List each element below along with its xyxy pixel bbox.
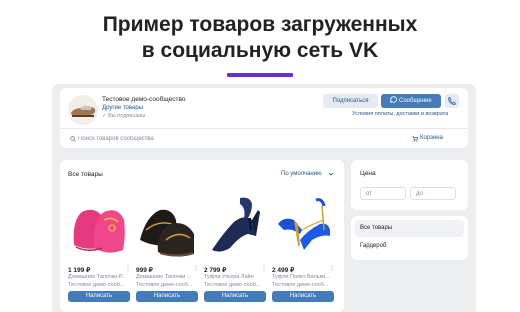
cart-icon: [412, 136, 418, 142]
price-to-input[interactable]: [410, 187, 456, 200]
category-all-goods[interactable]: Все товары: [355, 220, 464, 237]
product-name[interactable]: Туфли Полет Вальки...: [272, 274, 334, 280]
blue-strappy-heels-image: [272, 190, 334, 260]
price-from-input[interactable]: [360, 187, 406, 200]
search-input[interactable]: [78, 133, 328, 145]
product-seller: Тестовое демо-сооб...: [204, 282, 261, 288]
product-image[interactable]: [204, 190, 266, 260]
product-image[interactable]: [136, 190, 198, 260]
product-image[interactable]: [272, 190, 334, 260]
community-header-card: Тестовое демо-сообщество Другие товары ✓…: [60, 88, 468, 148]
header-divider: [60, 128, 468, 129]
community-name[interactable]: Тестовое демо-сообщество: [102, 96, 185, 103]
headline-line-2: в социальную сеть VK: [141, 39, 379, 62]
product-seller: Тестовое демо-сооб...: [68, 282, 125, 288]
product-name[interactable]: Домашние Тапочки Р...: [68, 274, 130, 280]
category-wardrobe[interactable]: Гардероб: [355, 238, 464, 255]
pink-slippers-image: [68, 190, 130, 260]
product-image[interactable]: [68, 190, 130, 260]
chat-icon: [390, 96, 398, 103]
call-button[interactable]: [445, 94, 459, 108]
cart-link[interactable]: Корзина: [420, 135, 443, 141]
product-price: 999 ₽: [136, 267, 153, 274]
goods-card: Все товары По умолчанию 1 199 ₽ ⋮ Домашн…: [60, 160, 344, 312]
write-button[interactable]: Написать: [272, 291, 334, 302]
navy-pumps-image: [204, 190, 266, 260]
message-button[interactable]: Сообщение: [381, 94, 441, 108]
community-avatar[interactable]: [68, 95, 98, 125]
conditions-link[interactable]: Условия оплаты, доставки и возврата: [352, 111, 448, 117]
accent-bar: [227, 73, 293, 77]
product-seller: Тестовое демо-сооб...: [272, 282, 329, 288]
phone-icon: [447, 96, 457, 106]
product-price: 2 499 ₽: [272, 267, 295, 274]
write-button[interactable]: Написать: [204, 291, 266, 302]
community-other-goods-link[interactable]: Другие товары: [102, 105, 143, 111]
product-name[interactable]: Домашние Тапочки ...: [136, 274, 198, 280]
sort-dropdown[interactable]: По умолчанию: [281, 171, 322, 177]
price-filter-card: Цена: [351, 160, 468, 210]
slipper-avatar-icon: [68, 95, 98, 125]
subscription-status: ✓ Вы подписаны: [102, 113, 146, 119]
search-icon: [70, 136, 76, 142]
page: Пример товаров загруженных в социальную …: [0, 0, 520, 312]
product-price: 1 199 ₽: [68, 267, 91, 274]
write-button[interactable]: Написать: [136, 291, 198, 302]
headline-line-1: Пример товаров загруженных: [102, 13, 418, 36]
product-price: 2 799 ₽: [204, 267, 227, 274]
price-filter-title: Цена: [360, 170, 376, 177]
goods-section-title: Все товары: [68, 171, 103, 178]
categories-card: Все товары Гардероб: [351, 216, 468, 260]
message-button-label: Сообщение: [399, 98, 432, 104]
more-icon[interactable]: ⋮: [329, 265, 335, 272]
black-slippers-image: [136, 190, 198, 260]
more-icon[interactable]: ⋮: [261, 265, 267, 272]
more-icon[interactable]: ⋮: [193, 265, 199, 272]
product-seller: Тестовое демо-сооб...: [136, 282, 193, 288]
subscribe-button[interactable]: Подписаться: [323, 94, 378, 108]
chevron-down-icon[interactable]: [328, 171, 334, 177]
write-button[interactable]: Написать: [68, 291, 130, 302]
headline: Пример товаров загруженных в социальную …: [0, 12, 520, 64]
more-icon[interactable]: ⋮: [125, 265, 131, 272]
product-name[interactable]: Туфли Ультра Лайн: [204, 274, 266, 280]
